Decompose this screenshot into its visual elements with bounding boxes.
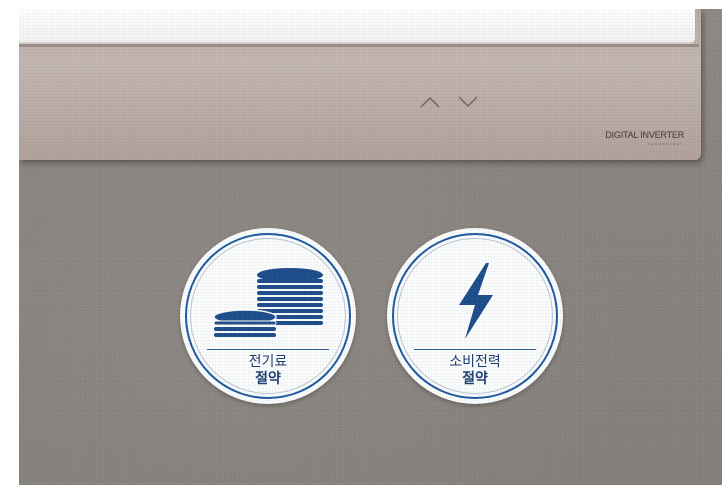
badge-label-bold: 절약	[462, 371, 488, 387]
badge-divider	[414, 349, 536, 350]
badge-label: 소비전력	[449, 354, 501, 370]
panel-display-strip	[19, 9, 695, 44]
brand-label: DIGITAL INVERTER	[605, 130, 684, 140]
product-photo: DIGITAL INVERTER TECHNOLOGY 전기료 절약 소비전력 …	[19, 9, 722, 485]
badge-label-bold: 절약	[255, 371, 281, 387]
badge-electricity-savings: 전기료 절약	[180, 228, 356, 404]
panel-divider	[19, 44, 699, 47]
badge-power-consumption-savings: 소비전력 절약	[387, 228, 563, 404]
coins-icon	[208, 253, 328, 343]
lightning-icon	[415, 253, 535, 343]
appliance-front-panel: DIGITAL INVERTER TECHNOLOGY	[19, 9, 701, 160]
chevron-down-icon	[457, 95, 479, 109]
brand-sublabel: TECHNOLOGY	[647, 142, 684, 146]
chevron-up-icon	[419, 95, 441, 109]
badge-label: 전기료	[248, 354, 288, 370]
badge-divider	[207, 349, 329, 350]
